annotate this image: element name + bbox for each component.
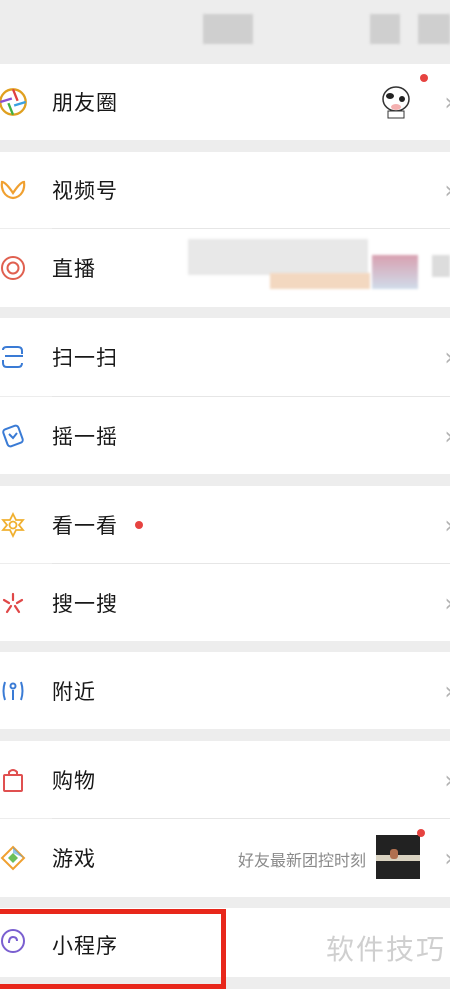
chevron-right-icon: › bbox=[444, 422, 450, 450]
menu-item-games[interactable]: 游戏 好友最新团控时刻 › bbox=[0, 819, 450, 897]
menu-item-live[interactable]: 直播 bbox=[0, 229, 450, 307]
menu-item-top-stories[interactable]: 看一看 › bbox=[0, 486, 450, 563]
chevron-right-icon: › bbox=[444, 176, 450, 204]
menu-item-label: 看一看 bbox=[52, 513, 118, 538]
menu-item-label: 摇一摇 bbox=[52, 424, 118, 449]
blurred-live-thumb bbox=[432, 255, 450, 277]
menu-item-label: 视频号 bbox=[52, 179, 118, 203]
chevron-right-icon: › bbox=[444, 766, 450, 794]
new-moment-badge bbox=[420, 74, 428, 82]
moments-aperture-icon bbox=[0, 88, 27, 116]
top-stories-badge bbox=[135, 521, 143, 529]
menu-item-label: 购物 bbox=[52, 768, 96, 793]
games-video-thumbnail bbox=[376, 835, 420, 879]
top-bar bbox=[0, 0, 450, 62]
live-target-icon bbox=[1, 256, 25, 280]
scan-icon bbox=[2, 346, 23, 368]
blurred-live-preview bbox=[188, 239, 368, 275]
nearby-person-icon bbox=[2, 681, 24, 700]
menu-item-moments[interactable]: 朋友圈 › bbox=[0, 64, 450, 140]
menu-item-channels[interactable]: 视频号 › bbox=[0, 152, 450, 228]
search-sparkle-icon bbox=[2, 592, 24, 613]
menu-item-nearby[interactable]: 附近 › bbox=[0, 652, 450, 729]
menu-item-label: 游戏 bbox=[52, 847, 96, 871]
games-diamond-icon bbox=[0, 845, 26, 871]
chevron-right-icon: › bbox=[444, 343, 450, 371]
games-badge bbox=[417, 829, 425, 837]
channels-butterfly-icon bbox=[0, 180, 26, 200]
blurred-live-thumb bbox=[372, 255, 418, 289]
menu-item-search[interactable]: 搜一搜 › bbox=[0, 564, 450, 641]
chevron-right-icon: › bbox=[444, 677, 450, 705]
watermark-text: 软件技巧 bbox=[325, 933, 446, 966]
menu-item-shopping[interactable]: 购物 › bbox=[0, 741, 450, 818]
chevron-right-icon: › bbox=[444, 844, 450, 872]
top-stories-star-icon bbox=[1, 511, 25, 538]
blurred-title bbox=[203, 14, 253, 44]
menu-item-label: 朋友圈 bbox=[52, 91, 118, 115]
menu-item-label: 搜一搜 bbox=[52, 591, 118, 616]
chevron-right-icon: › bbox=[444, 511, 450, 539]
menu-item-label: 扫一扫 bbox=[52, 346, 118, 370]
highlight-box bbox=[0, 909, 226, 989]
shake-phone-icon bbox=[2, 424, 24, 447]
menu-item-label: 直播 bbox=[52, 257, 96, 281]
blurred-icon bbox=[370, 14, 400, 44]
blurred-live-preview bbox=[270, 273, 370, 289]
chevron-right-icon: › bbox=[444, 589, 450, 617]
blurred-icon bbox=[418, 14, 450, 44]
chevron-right-icon: › bbox=[444, 88, 450, 116]
menu-item-shake[interactable]: 摇一摇 › bbox=[0, 397, 450, 474]
menu-item-label: 附近 bbox=[52, 679, 96, 704]
menu-item-scan[interactable]: 扫一扫 › bbox=[0, 318, 450, 396]
shopping-bag-icon bbox=[3, 768, 23, 792]
games-subtitle: 好友最新团控时刻 bbox=[237, 851, 366, 870]
moments-friend-avatar bbox=[382, 86, 410, 119]
